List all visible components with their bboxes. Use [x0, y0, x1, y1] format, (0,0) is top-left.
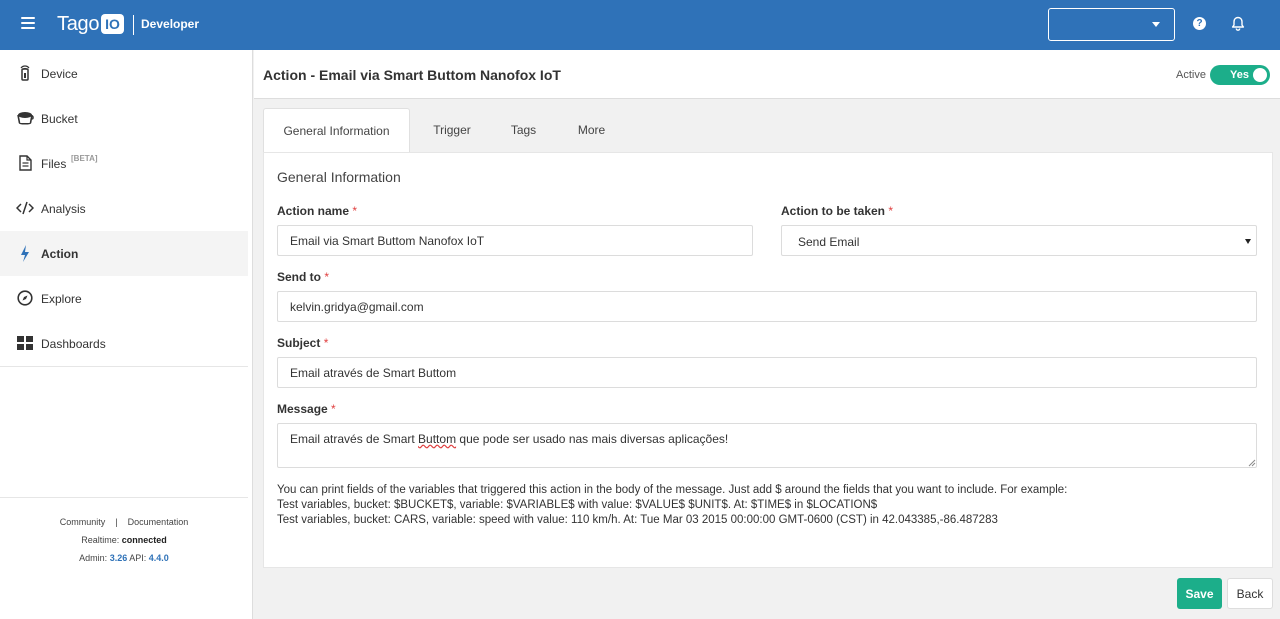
bucket-icon [16, 109, 34, 127]
action-name-input[interactable] [277, 225, 753, 256]
help-text-line: You can print fields of the variables th… [277, 484, 1068, 496]
subject-input[interactable] [277, 357, 1257, 388]
tab-label: Tags [510, 123, 537, 137]
send-to-input[interactable] [277, 291, 1257, 322]
toggle-text: Yes [1230, 69, 1249, 81]
beta-badge: [BETA] [71, 154, 98, 163]
version-info: Admin: 3.26 API: 4.4.0 [0, 553, 248, 563]
chevron-down-icon [1152, 22, 1160, 27]
logo-divider [133, 15, 134, 35]
logo-badge: IO [101, 14, 124, 34]
active-toggle[interactable]: Yes [1210, 65, 1270, 85]
footer-separator: | [115, 517, 118, 527]
realtime-status: Realtime: connected [0, 535, 248, 545]
resize-grip-icon[interactable] [1248, 459, 1256, 467]
sidebar-divider [0, 366, 248, 367]
section-title: General Information [277, 169, 401, 185]
tab-trigger[interactable]: Trigger [420, 108, 484, 152]
sidebar-item-bucket[interactable]: Bucket [0, 96, 248, 141]
action-name-label: Action name * [277, 204, 357, 218]
realtime-label: Realtime: [81, 535, 120, 545]
action-taken-label-text: Action to be taken [781, 204, 886, 218]
send-to-label-text: Send to [277, 270, 321, 284]
message-label: Message * [277, 402, 336, 416]
tab-label: Trigger [433, 123, 471, 137]
sidebar-item-action[interactable]: Action [0, 231, 248, 276]
required-mark: * [352, 204, 358, 218]
required-mark: * [323, 336, 329, 350]
tab-label: More [577, 123, 606, 137]
subject-label: Subject * [277, 336, 328, 350]
subject-label-text: Subject [277, 336, 321, 350]
sidebar-item-label: Files [41, 156, 67, 171]
code-icon [16, 199, 34, 217]
api-version: 4.4.0 [148, 553, 169, 563]
device-icon [16, 64, 34, 82]
sidebar-item-label: Action [41, 246, 79, 261]
message-label-text: Message [277, 402, 328, 416]
page-title: Action - Email via Smart Buttom Nanofox … [263, 67, 561, 83]
action-taken-value: Send Email [798, 235, 860, 249]
help-text-line: Test variables, bucket: $BUCKET$, variab… [277, 499, 878, 511]
tab-tags[interactable]: Tags [496, 108, 551, 152]
api-label: API: [129, 553, 147, 563]
required-mark: * [888, 204, 894, 218]
tago-logo[interactable]: Tago IO [57, 11, 124, 37]
sidebar-item-explore[interactable]: Explore [0, 276, 248, 321]
top-navbar: Tago IO Developer ? [0, 0, 1280, 50]
tab-more[interactable]: More [564, 108, 619, 152]
sidebar-item-label: Explore [41, 291, 82, 306]
community-link[interactable]: Community [60, 517, 106, 527]
page-header: Action - Email via Smart Buttom Nanofox … [254, 50, 1280, 99]
question-icon[interactable]: ? [1193, 17, 1206, 30]
required-mark: * [331, 402, 336, 416]
toggle-knob [1253, 68, 1267, 82]
bolt-icon [16, 244, 34, 262]
admin-label: Admin: [79, 553, 108, 563]
bell-icon[interactable] [1231, 16, 1245, 31]
sidebar-item-label: Analysis [41, 201, 86, 216]
sidebar-item-label: Dashboards [41, 336, 106, 351]
active-label: Active [1176, 69, 1206, 81]
account-select[interactable] [1048, 8, 1175, 41]
logo-text: Tago [57, 12, 100, 35]
help-text-line: Test variables, bucket: CARS, variable: … [277, 514, 998, 526]
admin-version: 3.26 [109, 553, 128, 563]
documentation-link[interactable]: Documentation [128, 517, 189, 527]
sidebar-item-device[interactable]: Device [0, 51, 248, 96]
message-textarea[interactable] [277, 423, 1257, 468]
sidebar-item-files[interactable]: Files [BETA] [0, 141, 248, 186]
chevron-down-icon [1245, 239, 1251, 244]
sidebar-footer-divider [0, 497, 248, 498]
sidebar-item-dashboards[interactable]: Dashboards [0, 321, 248, 366]
back-button[interactable]: Back [1227, 578, 1273, 609]
save-button[interactable]: Save [1177, 578, 1222, 609]
send-to-label: Send to * [277, 270, 329, 284]
file-icon [16, 154, 34, 172]
compass-icon [16, 289, 34, 307]
sidebar: Device Bucket Files [BETA] Analysis Acti… [0, 50, 253, 619]
tab-general-information[interactable]: General Information [263, 108, 410, 153]
hamburger-icon[interactable] [21, 17, 35, 29]
grid-icon [16, 334, 34, 352]
footer-links: Community | Documentation [0, 517, 248, 527]
action-taken-label: Action to be taken * [781, 204, 893, 218]
action-name-label-text: Action name [277, 204, 350, 218]
sidebar-item-analysis[interactable]: Analysis [0, 186, 248, 231]
tab-label: General Information [283, 124, 390, 138]
required-mark: * [324, 270, 330, 284]
sidebar-item-label: Device [41, 66, 78, 81]
realtime-value: connected [121, 535, 167, 545]
sidebar-item-label: Bucket [41, 111, 78, 126]
action-taken-select[interactable]: Send Email [781, 225, 1257, 256]
environment-label: Developer [141, 17, 200, 31]
